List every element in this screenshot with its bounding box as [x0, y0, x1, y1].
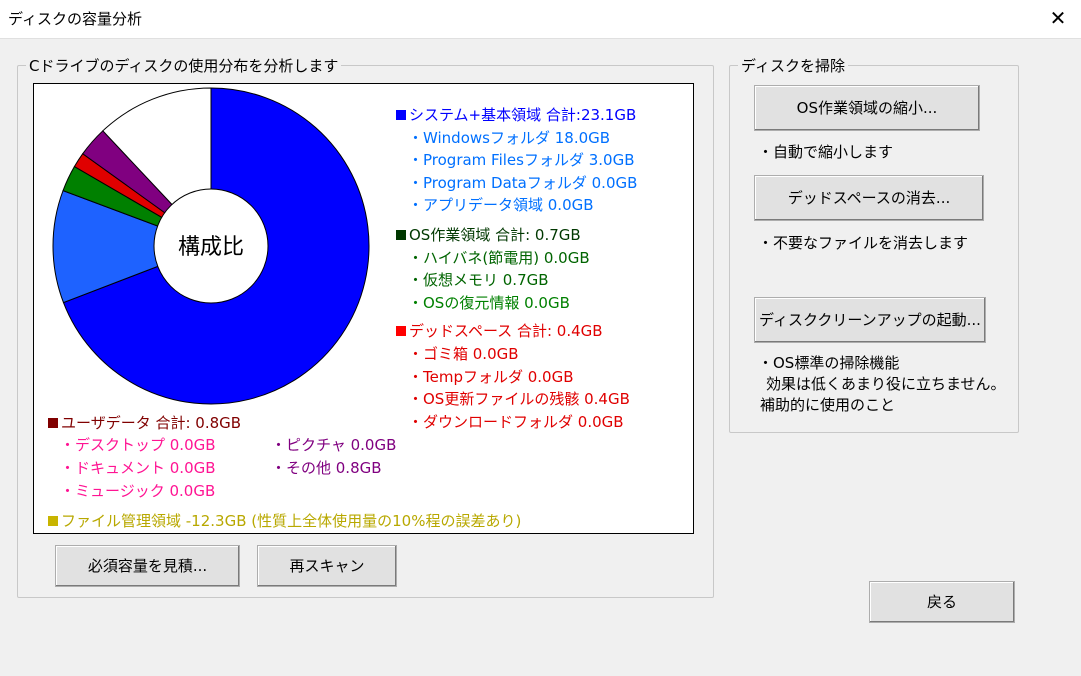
window-title: ディスクの容量分析	[8, 10, 142, 28]
dead-button-label: デッドスペースの消去...	[787, 189, 951, 207]
filemgmt-line: ファイル管理領域 -12.3GB (性質上全体使用量の10%程の誤差あり)	[48, 510, 521, 531]
cleanmgr-description: 補助的に使用のこと	[760, 396, 896, 414]
system-item: ・アプリデータ領域 0.0GB	[408, 196, 594, 214]
os-item: ・ハイバネ(節電用) 0.0GB	[408, 249, 590, 267]
start-disk-cleanup-button[interactable]: ディスククリーンアップの起動...	[754, 297, 986, 343]
cleanmgr-description: ・OS標準の掃除機能	[758, 354, 900, 372]
donut-center-label: 構成比	[178, 235, 244, 260]
dead-item: ・ダウンロードフォルダ 0.0GB	[408, 413, 624, 431]
system-header: システム+基本領域 合計:23.1GB	[396, 104, 636, 125]
dead-item: ・OS更新ファイルの残骸 0.4GB	[408, 390, 630, 408]
dead-header-text: デッドスペース 合計: 0.4GB	[409, 322, 603, 340]
system-legend-marker	[396, 110, 406, 120]
user-item: ・ピクチャ 0.0GB	[271, 436, 397, 454]
filemgmt-legend-marker	[48, 516, 58, 526]
user-item: ・その他 0.8GB	[271, 459, 382, 477]
os-item: ・OSの復元情報 0.0GB	[408, 294, 570, 312]
user-item: ・デスクトップ 0.0GB	[60, 436, 216, 454]
composition-pie-chart: 構成比	[52, 87, 370, 405]
system-item: ・Program Dataフォルダ 0.0GB	[408, 174, 638, 192]
shrink-button-label: OS作業領域の縮小...	[796, 99, 938, 117]
shrink-description: ・自動で縮小します	[758, 143, 894, 161]
os-legend-marker	[396, 230, 406, 240]
system-item: ・Windowsフォルダ 18.0GB	[408, 129, 611, 147]
shrink-os-area-button[interactable]: OS作業領域の縮小...	[754, 85, 980, 131]
close-icon[interactable]: ✕	[1035, 0, 1081, 38]
rescan-button[interactable]: 再スキャン	[257, 545, 397, 587]
rescan-button-label: 再スキャン	[289, 557, 365, 575]
estimate-button[interactable]: 必須容量を見積...	[55, 545, 240, 587]
os-header-text: OS作業領域 合計: 0.7GB	[409, 226, 581, 244]
cleanmgr-description: 効果は低くあまり役に立ちません。	[766, 375, 1006, 393]
dead-legend-marker	[396, 326, 406, 336]
os-item: ・仮想メモリ 0.7GB	[408, 271, 549, 289]
user-header-text: ユーザデータ 合計: 0.8GB	[61, 414, 242, 432]
chart-panel: 構成比 システム+基本領域 合計:23.1GB ・Windowsフォルダ 18.…	[33, 83, 694, 534]
user-item: ・ドキュメント 0.0GB	[60, 459, 216, 477]
system-header-text: システム+基本領域 合計:23.1GB	[409, 106, 637, 124]
title-bar: ディスクの容量分析 ✕	[0, 0, 1081, 39]
analysis-group-label: Cドライブのディスクの使用分布を分析します	[26, 55, 342, 76]
back-button[interactable]: 戻る	[869, 581, 1015, 623]
dead-item: ・ゴミ箱 0.0GB	[408, 345, 519, 363]
system-item: ・Program Filesフォルダ 3.0GB	[408, 151, 635, 169]
cleanmgr-button-label: ディスククリーンアップの起動...	[759, 311, 981, 329]
dead-header: デッドスペース 合計: 0.4GB	[396, 320, 603, 341]
os-header: OS作業領域 合計: 0.7GB	[396, 224, 581, 245]
cleanup-group-label: ディスクを掃除	[738, 55, 848, 76]
filemgmt-text: ファイル管理領域 -12.3GB (性質上全体使用量の10%程の誤差あり)	[61, 512, 522, 530]
delete-dead-space-button[interactable]: デッドスペースの消去...	[754, 175, 984, 221]
dead-item: ・Tempフォルダ 0.0GB	[408, 368, 574, 386]
user-legend-marker	[48, 418, 58, 428]
estimate-button-label: 必須容量を見積...	[87, 557, 208, 575]
back-button-label: 戻る	[926, 593, 957, 611]
dead-description: ・不要なファイルを消去します	[758, 234, 969, 252]
user-item: ・ミュージック 0.0GB	[60, 482, 216, 500]
user-header: ユーザデータ 合計: 0.8GB	[48, 412, 241, 433]
